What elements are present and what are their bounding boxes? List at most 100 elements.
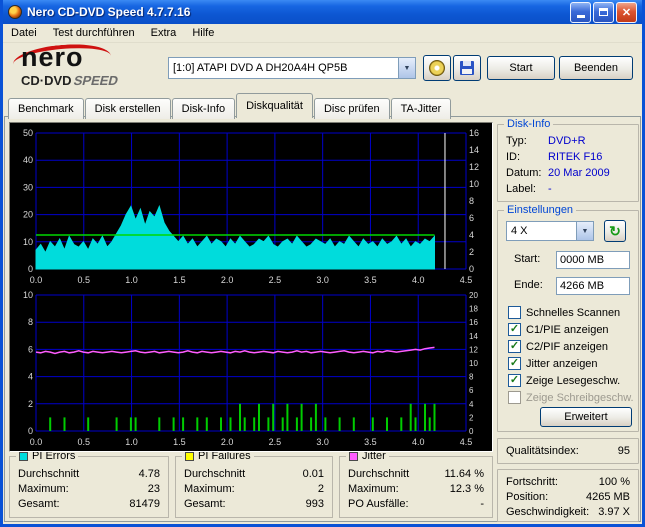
minimize-button[interactable] (570, 1, 591, 23)
disk-info-row: Typ: DVD+R (506, 135, 586, 147)
menu-extra[interactable]: Extra (143, 25, 185, 41)
jitter-legend-swatch (349, 451, 358, 461)
svg-text:8: 8 (469, 373, 474, 382)
checkbox-schnelles-scannen[interactable]: Schnelles Scannen (508, 305, 620, 320)
svg-text:4.0: 4.0 (412, 437, 425, 447)
svg-text:14: 14 (469, 145, 479, 155)
tab-bar: Benchmark Disk erstellen Disk-Info Diskqual… (8, 93, 452, 119)
app-icon (8, 5, 22, 19)
quality-index-label: Qualitätsindex: (506, 445, 579, 457)
svg-text:2: 2 (28, 399, 33, 409)
svg-text:0: 0 (469, 427, 474, 436)
quit-button[interactable]: Beenden (559, 56, 633, 80)
pi-errors-legend-swatch (19, 451, 28, 461)
svg-text:0: 0 (28, 426, 33, 436)
floppy-icon (460, 61, 474, 75)
checkbox-box (508, 391, 521, 404)
pi-errors-chart: 5040302010016141210864200.0 0.5 1.0 1.5 2.0 2… (23, 128, 479, 285)
ende-mb-input[interactable] (556, 277, 630, 295)
svg-text:2.0: 2.0 (221, 437, 234, 447)
stat-pi-failures-box: PI Failures Durchschnitt 0.01 Maximum: 2 G… (175, 450, 333, 518)
quality-index-value: 95 (617, 445, 630, 457)
advanced-button[interactable]: Erweitert (540, 407, 632, 427)
svg-text:10: 10 (469, 359, 478, 368)
logo-speed-text: SPEED (71, 73, 120, 88)
stat-row: Maximum: 23 (18, 482, 160, 495)
checkbox-lesegeschw[interactable]: Zeige Lesegeschw. (508, 373, 620, 388)
tab-disk-erstellen[interactable]: Disk erstellen (84, 98, 171, 119)
disk-info-row: ID: RITEK F16 (506, 151, 603, 163)
stat-row: Maximum: 2 (184, 482, 324, 495)
svg-text:16: 16 (469, 318, 478, 327)
svg-text:12: 12 (469, 345, 478, 354)
maximize-icon (599, 8, 608, 16)
svg-text:0: 0 (469, 264, 474, 274)
svg-text:12: 12 (469, 162, 479, 172)
svg-text:4.5: 4.5 (460, 437, 473, 447)
checkbox-box (508, 306, 521, 319)
checkbox-box (508, 357, 521, 370)
svg-text:0.5: 0.5 (78, 437, 91, 447)
svg-text:3.0: 3.0 (316, 275, 329, 285)
start-mb-input[interactable] (556, 251, 630, 269)
svg-text:3.0: 3.0 (316, 437, 329, 447)
refresh-icon: ↻ (609, 223, 621, 239)
tab-disc-pruefen[interactable]: Disc prüfen (313, 98, 390, 119)
tab-benchmark[interactable]: Benchmark (8, 98, 84, 119)
chevron-down-icon[interactable]: ▼ (576, 222, 593, 240)
svg-text:16: 16 (469, 128, 479, 138)
menu-datei[interactable]: Datei (3, 25, 45, 41)
checkbox-c2-pif[interactable]: C2/PIF anzeigen (508, 339, 608, 354)
svg-text:1.0: 1.0 (125, 275, 138, 285)
svg-text:4: 4 (469, 400, 474, 409)
svg-text:2.0: 2.0 (221, 275, 234, 285)
start-position-row: Start: (498, 251, 638, 269)
quality-index-group: Qualitätsindex: 95 (497, 438, 639, 464)
quality-chart-panel: 50 40 30 20 10 0 16 14 12 10 8 6 4 2 0 0.0 0.5 1.0 1.5 2.0 2… (9, 122, 493, 452)
stat-row: PO Ausfälle: - (348, 497, 484, 510)
checkbox-schreibgeschw: Zeige Schreibgeschw. (508, 390, 634, 405)
progress-row: Fortschritt: 100 % (506, 475, 630, 488)
svg-text:6: 6 (469, 213, 474, 223)
save-button[interactable] (453, 55, 481, 81)
tab-disk-info[interactable]: Disk-Info (171, 98, 236, 119)
svg-text:40: 40 (23, 155, 33, 165)
eject-button[interactable] (423, 55, 451, 81)
logo-text: nero (21, 42, 84, 72)
app-window: Nero CD-DVD Speed 4.7.7.16 ✕ Datei Test … (0, 0, 645, 527)
menu-test-durchfuehren[interactable]: Test durchführen (45, 25, 143, 41)
checkbox-box (508, 374, 521, 387)
svg-text:6: 6 (469, 386, 474, 395)
svg-text:1.5: 1.5 (173, 275, 186, 285)
disk-info-group: Disk-Info Typ: DVD+R ID: RITEK F16 Datum: 2… (497, 118, 639, 202)
svg-text:0.0: 0.0 (30, 275, 43, 285)
menu-hilfe[interactable]: Hilfe (184, 25, 222, 41)
start-button[interactable]: Start (487, 56, 555, 80)
svg-text:30: 30 (23, 182, 33, 192)
svg-text:4: 4 (469, 230, 474, 240)
stat-row: Gesamt: 993 (184, 497, 324, 510)
stat-row: Gesamt: 81479 (18, 497, 160, 510)
close-button[interactable]: ✕ (616, 1, 637, 23)
drive-select[interactable]: [1:0] ATAPI DVD A DH20A4H QP5B ▼ (168, 57, 416, 79)
svg-text:0.0: 0.0 (30, 437, 43, 447)
checkbox-box (508, 323, 521, 336)
scan-speed-select[interactable]: 4 X ▼ (506, 221, 594, 241)
tab-ta-jitter[interactable]: TA-Jitter (390, 98, 452, 119)
stat-row: Durchschnitt 4.78 (18, 467, 160, 480)
svg-text:50: 50 (23, 128, 33, 138)
maximize-button[interactable] (593, 1, 614, 23)
minimize-icon (576, 15, 585, 18)
chevron-down-icon[interactable]: ▼ (398, 58, 415, 78)
tab-diskqualitaet[interactable]: Diskqualität (236, 93, 313, 118)
svg-text:10: 10 (469, 179, 479, 189)
checkbox-jitter[interactable]: Jitter anzeigen (508, 356, 598, 371)
checkbox-c1-pie[interactable]: C1/PIE anzeigen (508, 322, 609, 337)
refresh-speed-button[interactable]: ↻ (604, 220, 626, 242)
svg-text:2.5: 2.5 (269, 437, 282, 447)
logo-sub-text: CD·DVD (21, 73, 72, 88)
disk-info-row: Datum: 20 Mar 2009 (506, 167, 610, 179)
svg-text:3.5: 3.5 (364, 437, 377, 447)
settings-group: Einstellungen 4 X ▼ ↻ Start: Ende: Schne… (497, 204, 639, 432)
svg-text:0.5: 0.5 (78, 275, 91, 285)
